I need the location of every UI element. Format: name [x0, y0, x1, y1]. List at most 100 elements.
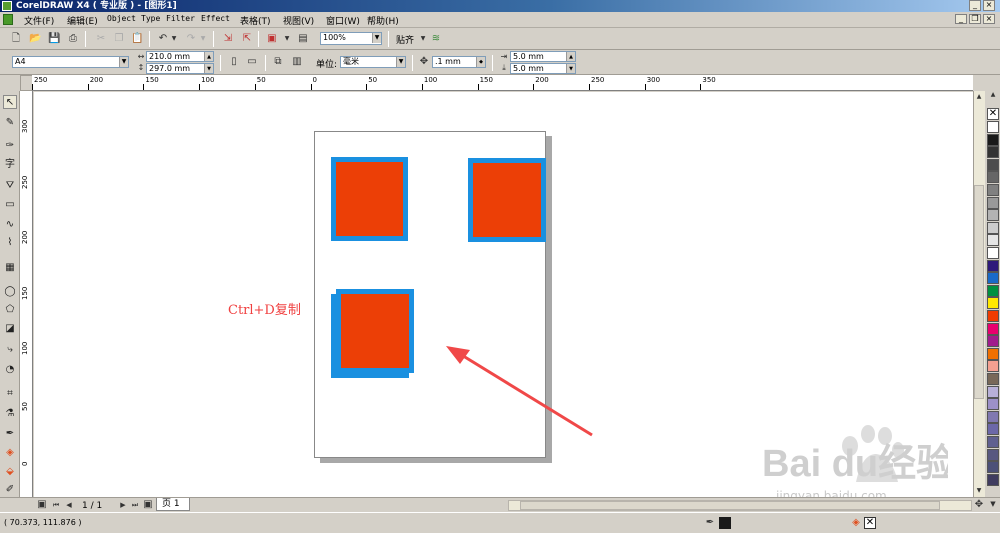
page-width-field[interactable]: 210.0 mm ▲ — [146, 51, 214, 62]
copy-icon[interactable]: ❐ — [113, 33, 125, 45]
current-page-icon[interactable]: ▥ — [291, 56, 303, 68]
color-swatch[interactable] — [987, 360, 999, 373]
page-height-field[interactable]: 297.0 mm ▼ — [146, 63, 214, 74]
color-swatch[interactable] — [987, 121, 999, 133]
crop-tool-icon[interactable]: ✑ — [3, 139, 17, 153]
rectangle-tool-icon[interactable]: ▭ — [3, 198, 17, 212]
cut-icon[interactable]: ✂ — [95, 33, 107, 45]
color-swatch[interactable] — [987, 247, 999, 259]
smart-drawing-icon[interactable]: ⌇ — [3, 236, 17, 250]
menu-window[interactable]: 窗口(W) — [326, 14, 360, 27]
color-swatch[interactable] — [987, 335, 999, 348]
prev-page-icon[interactable]: ◀ — [63, 499, 75, 511]
square-top-right[interactable] — [468, 158, 546, 242]
redo-icon[interactable]: ↷ — [185, 33, 197, 45]
print-icon[interactable]: ⎙ — [67, 33, 79, 45]
duplicate-x-field[interactable]: 5.0 mm ▲ — [510, 51, 576, 62]
undo-dropdown-icon[interactable]: ▼ — [168, 33, 180, 45]
menu-file[interactable]: 文件(F) — [24, 14, 54, 27]
connector-tool-icon[interactable]: ⤷ — [3, 343, 17, 357]
menu-help[interactable]: 帮助(H) — [367, 14, 399, 27]
snap-dropdown-icon[interactable]: ▼ — [417, 33, 429, 45]
menu-filter[interactable]: Filter — [166, 14, 195, 23]
color-swatch[interactable] — [987, 184, 999, 196]
palette-down-icon[interactable]: ▼ — [987, 498, 999, 510]
color-swatch[interactable] — [987, 158, 999, 171]
app-launcher-dropdown-icon[interactable]: ▼ — [281, 33, 293, 45]
color-swatch[interactable] — [987, 410, 999, 423]
snap-to-label[interactable]: 贴齐 — [396, 33, 414, 46]
first-page-icon[interactable]: ⏮ — [50, 499, 62, 511]
dimension-tool-icon[interactable]: ⌗ — [3, 387, 17, 401]
paper-size-select[interactable]: A4 ▼ — [12, 56, 129, 68]
color-swatch[interactable] — [987, 373, 999, 385]
color-swatch[interactable] — [987, 297, 999, 310]
color-swatch[interactable] — [987, 322, 999, 335]
new-icon[interactable]: 🗋 — [10, 33, 22, 45]
horizontal-scroll-thumb[interactable] — [520, 501, 940, 510]
color-swatch[interactable] — [987, 272, 999, 285]
landscape-icon[interactable]: ▭ — [246, 56, 258, 68]
color-swatch[interactable] — [987, 385, 999, 398]
paste-icon[interactable]: 📋 — [131, 33, 143, 45]
minimize-doc-button[interactable]: _ — [955, 14, 967, 24]
color-swatch[interactable] — [987, 347, 999, 360]
next-page-icon[interactable]: ▶ — [117, 499, 129, 511]
restore-doc-button[interactable]: ❐ — [969, 14, 981, 24]
outline-color-swatch[interactable] — [719, 517, 731, 529]
shape-tool-icon[interactable]: ✎ — [3, 116, 17, 130]
navigator-icon[interactable]: ✥ — [973, 499, 985, 511]
nudge-distance-field[interactable]: .1 mm ◆ — [432, 56, 486, 68]
color-swatch[interactable] — [987, 436, 999, 448]
polygon-tool-icon[interactable]: ⬠ — [3, 303, 17, 317]
fill-bucket-icon[interactable]: ◈ — [3, 446, 17, 460]
color-swatch[interactable] — [987, 221, 999, 234]
color-swatch[interactable] — [987, 310, 999, 322]
menu-type[interactable]: Type — [141, 14, 160, 23]
options-icon[interactable]: ≋ — [430, 33, 442, 45]
color-swatch[interactable] — [987, 473, 999, 486]
interactive-tool-icon[interactable]: ◔ — [3, 363, 17, 377]
scroll-down-icon[interactable]: ▼ — [974, 485, 984, 497]
horizontal-ruler[interactable]: 250 200 150 100 50 0 50 100 150 200 250 300 350 — [32, 75, 973, 91]
ellipse-tool-icon[interactable]: ◯ — [3, 285, 17, 299]
all-pages-icon[interactable]: ⧉ — [272, 56, 284, 68]
basic-shapes-icon[interactable]: ◪ — [3, 322, 17, 336]
menu-view[interactable]: 视图(V) — [283, 14, 314, 27]
menu-edit[interactable]: 编辑(E) — [67, 14, 98, 27]
page-tab[interactable]: 页 1 — [156, 498, 190, 511]
units-select[interactable]: 毫米 ▼ — [340, 56, 406, 68]
duplicate-y-field[interactable]: 5.0 mm ▼ — [510, 63, 576, 74]
outline-pen-icon[interactable]: ✒ — [3, 427, 17, 441]
menu-object[interactable]: Object — [107, 14, 136, 23]
eyedropper-icon[interactable]: ⚗ — [3, 407, 17, 421]
open-icon[interactable]: 📂 — [29, 33, 41, 45]
app-launcher-icon[interactable]: ▣ — [266, 33, 278, 45]
color-swatch[interactable] — [987, 259, 999, 272]
color-swatch[interactable] — [987, 146, 999, 159]
color-swatch[interactable] — [987, 284, 999, 297]
fill-tool-icon[interactable]: ⛛ — [3, 179, 17, 193]
vertical-scroll-thumb[interactable] — [974, 185, 984, 399]
save-icon[interactable]: 💾 — [48, 33, 60, 45]
color-swatch[interactable] — [987, 209, 999, 222]
welcome-screen-icon[interactable]: ▤ — [297, 33, 309, 45]
export-icon[interactable]: ⇱ — [241, 33, 253, 45]
color-swatch[interactable] — [987, 196, 999, 209]
add-page-icon[interactable]: ▣ — [142, 499, 154, 511]
color-swatch[interactable] — [987, 461, 999, 474]
fill-color-swatch[interactable]: ✕ — [864, 517, 876, 529]
menu-effect[interactable]: Effect — [201, 14, 230, 23]
color-swatch[interactable] — [987, 171, 999, 184]
minimize-app-button[interactable]: _ — [969, 0, 981, 11]
square-duplicate[interactable] — [336, 289, 414, 373]
smart-fill-icon[interactable]: ✐ — [3, 483, 17, 497]
portrait-icon[interactable]: ▯ — [228, 56, 240, 68]
redo-dropdown-icon[interactable]: ▼ — [197, 33, 209, 45]
page-options-icon[interactable]: ▣ — [36, 499, 48, 511]
pick-tool-icon[interactable]: ↖ — [3, 95, 17, 109]
no-color-swatch[interactable]: ✕ — [987, 108, 999, 120]
import-icon[interactable]: ⇲ — [222, 33, 234, 45]
text-tool-icon[interactable]: 字 — [3, 158, 17, 172]
zoom-level-select[interactable]: 100% ▼ — [320, 32, 382, 45]
